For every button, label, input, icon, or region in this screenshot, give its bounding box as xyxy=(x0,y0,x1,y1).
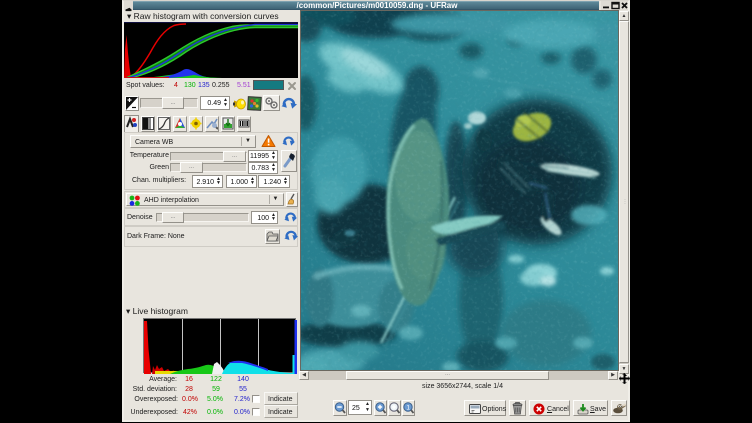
svg-text:1: 1 xyxy=(406,404,410,411)
